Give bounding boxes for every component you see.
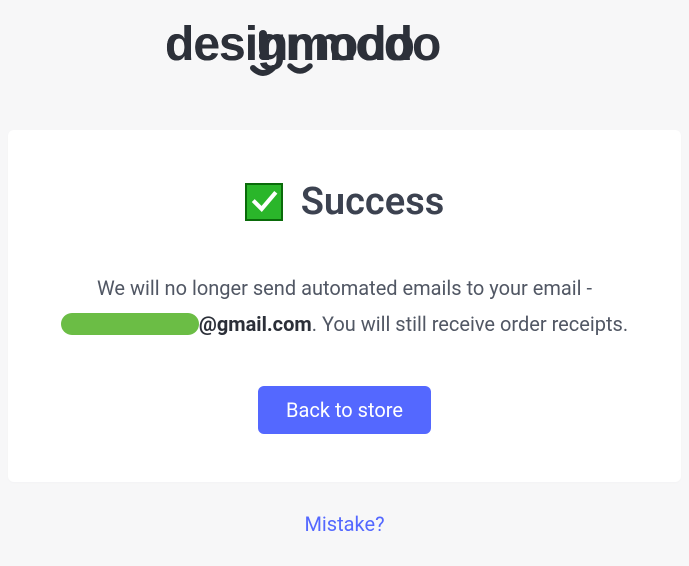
- designmodo-logo: desi nmodo designmodo: [165, 20, 525, 80]
- success-title: Success: [301, 180, 445, 224]
- logo-header: desi nmodo designmodo: [8, 0, 681, 130]
- success-heading: Success: [48, 180, 641, 224]
- back-to-store-button[interactable]: Back to store: [258, 386, 431, 434]
- email-redacted: [61, 313, 199, 335]
- success-card: Success We will no longer send automated…: [8, 130, 681, 482]
- message-suffix: . You will still receive order receipts.: [312, 312, 628, 336]
- mistake-link[interactable]: Mistake?: [304, 512, 384, 536]
- unsubscribe-message: We will no longer send automated emails …: [48, 270, 641, 342]
- email-domain: @gmail.com: [199, 312, 312, 336]
- message-prefix: We will no longer send automated emails …: [97, 276, 592, 300]
- svg-text:designmodo: designmodo: [165, 20, 440, 71]
- footer: Mistake?: [8, 482, 681, 546]
- checkmark-icon: [245, 183, 283, 221]
